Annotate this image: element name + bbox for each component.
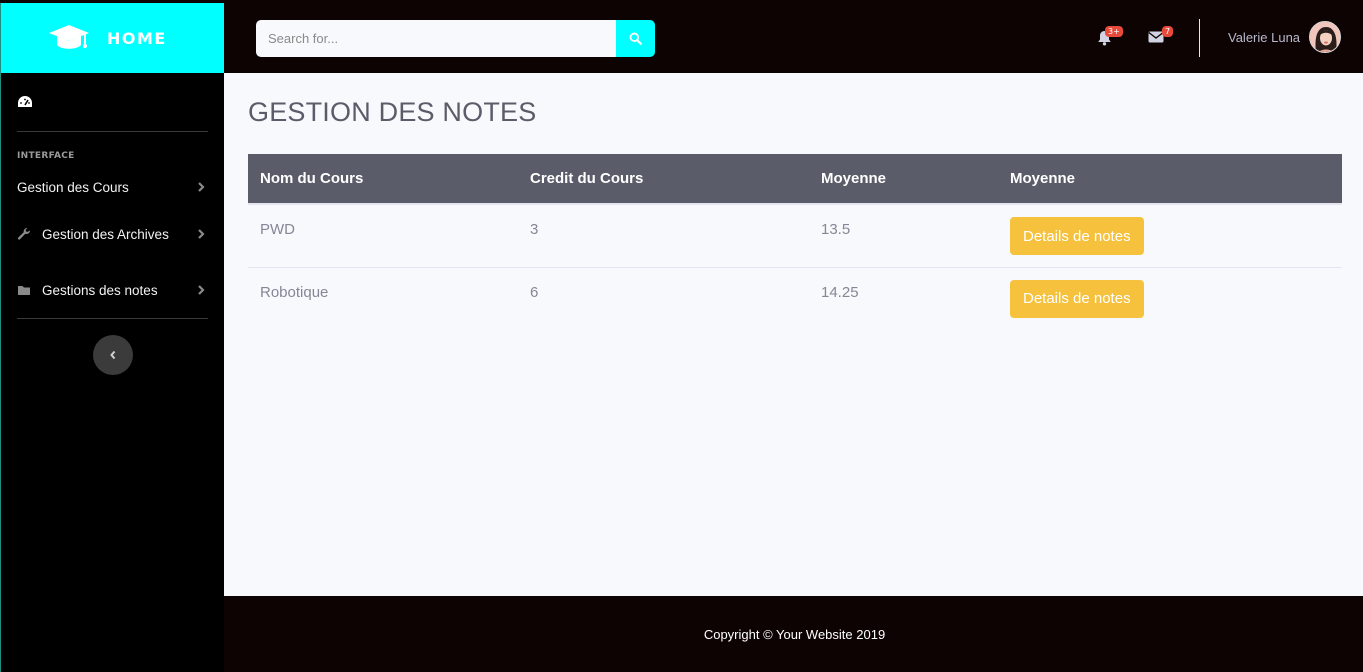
sidebar-item-gestion-archives[interactable]: Gestion des Archives — [1, 206, 224, 262]
copyright-text: Copyright © Your Website 2019 — [703, 626, 886, 642]
brand-title: HOME — [107, 28, 167, 48]
wrench-icon — [17, 227, 31, 240]
sidebar: HOME INTERFACE Gestion des Cours Gestion… — [0, 3, 224, 672]
footer: Copyright © Your Website 2019 — [224, 596, 1363, 672]
sidebar-heading: INTERFACE — [17, 151, 75, 161]
sidebar-item-label: Gestion des Archives — [42, 226, 169, 242]
chevron-left-icon — [109, 350, 115, 360]
main-content: GESTION DES NOTES Nom du Cours Credit du… — [224, 73, 1363, 596]
messages-badge: 7 — [1162, 26, 1174, 37]
grades-table: Nom du Cours Credit du Cours Moyenne Moy… — [248, 154, 1342, 330]
cell-action: Details de notes — [998, 266, 1342, 330]
table-row: PWD 3 13.5 Details de notes — [248, 203, 1342, 267]
details-notes-button[interactable]: Details de notes — [1010, 217, 1144, 255]
sidebar-toggle-wrap — [1, 319, 224, 375]
search-icon — [629, 32, 642, 45]
user-dropdown[interactable]: Valerie Luna — [1228, 21, 1342, 53]
chevron-right-icon — [198, 182, 205, 192]
chevron-right-icon — [198, 285, 205, 295]
sidebar-item-dashboard[interactable] — [1, 73, 224, 131]
cell-course: PWD — [248, 203, 518, 267]
avatar — [1309, 21, 1342, 53]
cell-average: 14.25 — [809, 266, 998, 330]
topbar-divider — [1199, 19, 1200, 57]
search-button[interactable] — [616, 20, 655, 57]
column-header-course: Nom du Cours — [248, 154, 518, 205]
cell-course: Robotique — [248, 266, 518, 330]
alerts-button[interactable]: 3+ — [1097, 26, 1123, 51]
avatar-image — [1310, 22, 1341, 52]
page-title: GESTION DES NOTES — [248, 97, 537, 127]
tachometer-icon — [18, 96, 32, 107]
folder-icon — [18, 286, 30, 295]
table-row: Robotique 6 14.25 Details de notes — [248, 266, 1342, 330]
topbar: 3+ 7 Valerie Luna — [224, 3, 1363, 73]
details-notes-button[interactable]: Details de notes — [1010, 279, 1144, 318]
column-header-average: Moyenne — [809, 154, 998, 205]
search-form — [256, 20, 655, 57]
user-name: Valerie Luna — [1228, 29, 1301, 45]
sidebar-item-label: Gestion des Cours — [17, 179, 129, 195]
cell-credit: 3 — [518, 203, 809, 267]
messages-button[interactable]: 7 — [1148, 26, 1174, 49]
sidebar-item-gestions-notes[interactable]: Gestions des notes — [1, 262, 224, 318]
chevron-right-icon — [198, 229, 205, 239]
sidebar-item-gestion-cours[interactable]: Gestion des Cours — [1, 168, 224, 206]
search-input[interactable] — [256, 20, 616, 57]
column-header-credit: Credit du Cours — [518, 154, 809, 205]
table-header-row: Nom du Cours Credit du Cours Moyenne Moy… — [248, 154, 1342, 205]
sidebar-toggle-button[interactable] — [92, 335, 133, 375]
cell-average: 13.5 — [809, 203, 998, 267]
alerts-badge: 3+ — [1105, 26, 1123, 37]
cell-credit: 6 — [518, 266, 809, 330]
cell-action: Details de notes — [998, 203, 1342, 267]
sidebar-item-label: Gestions des notes — [42, 282, 158, 298]
sidebar-brand[interactable]: HOME — [1, 3, 224, 73]
column-header-action: Moyenne — [998, 154, 1342, 205]
graduation-cap-icon — [49, 25, 89, 49]
